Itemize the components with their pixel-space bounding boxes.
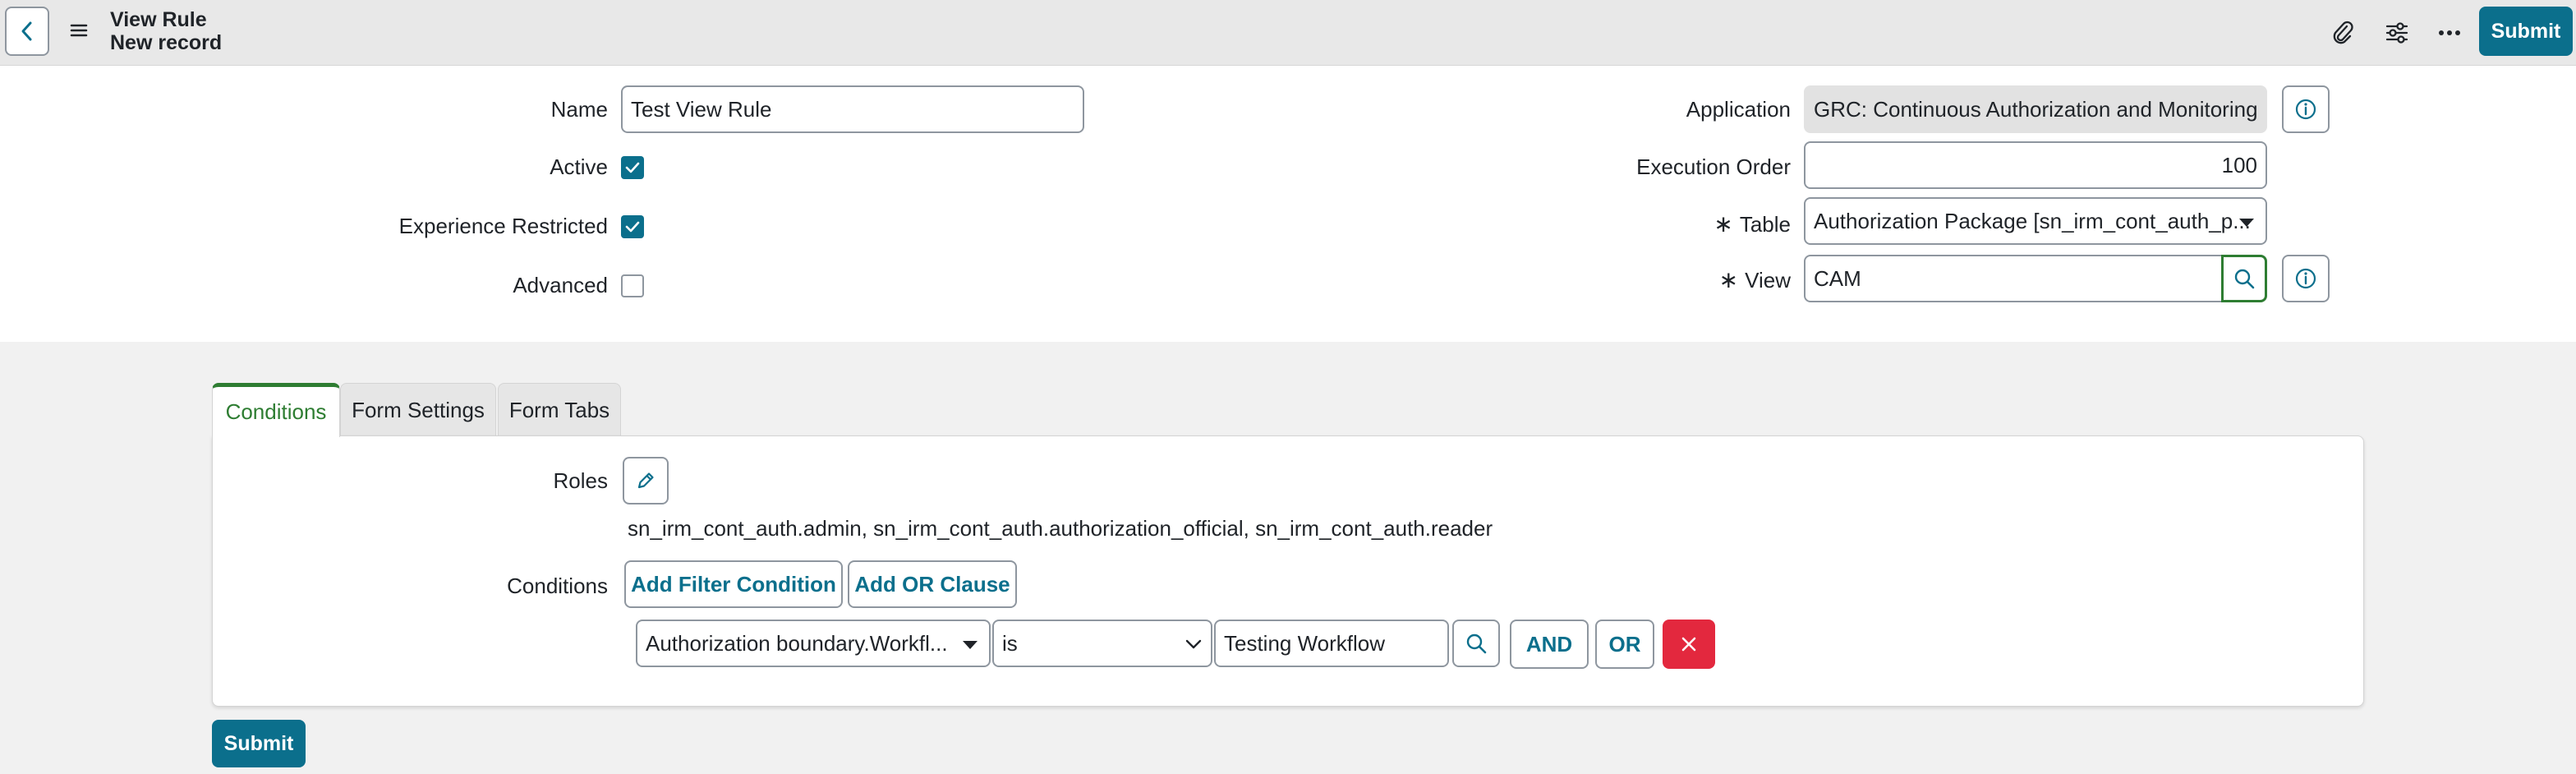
info-icon (2295, 99, 2316, 120)
filter-value-field[interactable]: Testing Workflow (1214, 620, 1449, 667)
view-info-button[interactable] (2282, 255, 2330, 302)
advanced-label: Advanced (513, 273, 608, 297)
add-filter-condition-button[interactable]: Add Filter Condition (624, 560, 843, 608)
roles-label: Roles (553, 468, 608, 493)
table-label-text: Table (1739, 212, 1791, 237)
check-icon (625, 221, 640, 233)
info-icon (2295, 268, 2316, 289)
attachment-icon[interactable] (2326, 16, 2359, 49)
conditions-label: Conditions (507, 574, 608, 598)
required-marker: ∗ (1718, 267, 1739, 293)
required-marker: ∗ (1714, 211, 1733, 237)
page-title-text: View Rule (110, 8, 207, 31)
menu-icon[interactable] (69, 18, 89, 43)
delete-condition-button[interactable] (1663, 620, 1715, 669)
view-label-text: View (1745, 268, 1791, 293)
name-field[interactable]: Test View Rule (621, 85, 1084, 133)
chevron-down-icon (1185, 639, 1202, 649)
back-button[interactable] (5, 7, 49, 56)
page-subtitle-text: New record (110, 31, 223, 54)
more-icon[interactable] (2433, 16, 2466, 49)
table-select[interactable]: Authorization Package [sn_irm_cont_auth_… (1804, 197, 2267, 245)
application-field: GRC: Continuous Authorization and Monito… (1804, 85, 2267, 133)
view-field[interactable]: CAM (1804, 255, 2223, 302)
view-lookup-button[interactable] (2221, 255, 2267, 302)
active-checkbox[interactable] (621, 156, 644, 179)
roles-value: sn_irm_cont_auth.admin, sn_irm_cont_auth… (628, 516, 1493, 541)
application-label: Application (1686, 97, 1791, 122)
filter-field-select[interactable]: Authorization boundary.Workfl... (636, 620, 991, 667)
and-button[interactable]: AND (1510, 620, 1589, 669)
header-submit-button[interactable]: Submit (2479, 7, 2573, 56)
experience-restricted-checkbox[interactable] (621, 215, 644, 238)
tab-conditions[interactable]: Conditions (212, 383, 340, 437)
page-title: View Rule New record (110, 8, 222, 54)
close-icon (1681, 637, 1696, 652)
footer-submit-button[interactable]: Submit (212, 720, 306, 767)
table-select-value: Authorization Package [sn_irm_cont_auth_… (1814, 208, 2251, 233)
active-label: Active (550, 154, 608, 179)
execution-order-label: Execution Order (1636, 154, 1791, 179)
view-label: ∗ View (1544, 266, 1791, 293)
dropdown-caret-icon (2239, 219, 2254, 227)
filter-operator-value: is (1002, 630, 1018, 656)
check-icon (625, 162, 640, 173)
pencil-icon (637, 472, 654, 489)
add-or-clause-button[interactable]: Add OR Clause (848, 560, 1017, 608)
table-label: ∗ Table (1544, 210, 1791, 237)
search-icon (1466, 633, 1487, 654)
record-header: View Rule New record Submit (0, 0, 2576, 66)
dropdown-caret-icon (963, 641, 978, 649)
filter-operator-select[interactable]: is (992, 620, 1212, 667)
application-info-button[interactable] (2282, 85, 2330, 133)
execution-order-field[interactable]: 100 (1804, 141, 2267, 189)
edit-roles-button[interactable] (623, 457, 669, 504)
advanced-checkbox[interactable] (621, 274, 644, 297)
name-label: Name (550, 97, 608, 122)
filter-field-value: Authorization boundary.Workfl... (646, 630, 948, 656)
back-icon (21, 21, 32, 41)
search-icon (2234, 269, 2255, 289)
tab-form-settings[interactable]: Form Settings (340, 383, 496, 437)
or-button[interactable]: OR (1595, 620, 1654, 669)
settings-sliders-icon[interactable] (2380, 16, 2413, 49)
filter-value-lookup-button[interactable] (1452, 620, 1500, 667)
experience-restricted-label: Experience Restricted (398, 214, 608, 238)
tab-form-tabs[interactable]: Form Tabs (498, 383, 621, 437)
